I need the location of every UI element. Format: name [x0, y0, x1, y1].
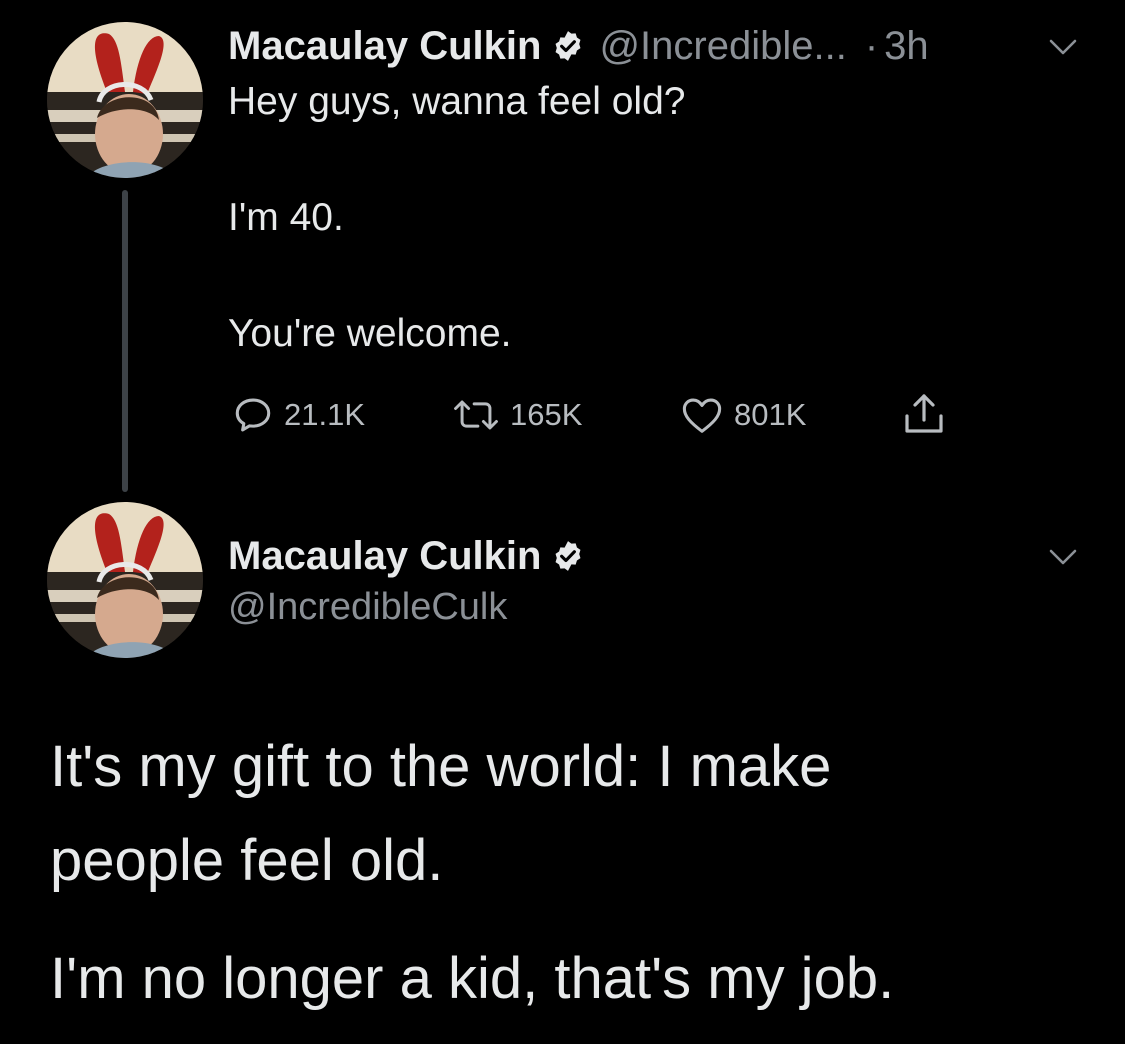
time-separator: ·: [864, 23, 879, 68]
chevron-down-icon[interactable]: [1043, 32, 1083, 62]
avatar-image: [47, 502, 203, 658]
tweet-text-line: Hey guys, wanna feel old?: [228, 80, 686, 123]
reply-icon: [235, 398, 271, 432]
thread-connector-line: [122, 190, 128, 492]
reply-count: 21.1K: [284, 397, 366, 432]
display-name[interactable]: Macaulay Culkin: [228, 534, 541, 579]
tweet-text-line: I'm 40.: [228, 196, 344, 239]
share-button[interactable]: [900, 388, 948, 442]
reply-text-line: I'm no longer a kid, that's my job.: [50, 946, 895, 1011]
retweet-count: 165K: [510, 397, 583, 432]
author-handle[interactable]: @Incredible...: [599, 24, 846, 69]
tweet-header: Macaulay Culkin @Incredible... · 3h: [228, 18, 929, 74]
retweet-button[interactable]: 165K: [450, 388, 582, 442]
reply-text-line: people feel old.: [50, 828, 444, 893]
reply-button[interactable]: 21.1K: [230, 388, 365, 442]
reply-text-line: It's my gift to the world: I make: [50, 734, 832, 799]
avatar[interactable]: [47, 22, 203, 178]
author-handle[interactable]: @IncredibleCulk: [228, 586, 507, 629]
avatar-image: [47, 22, 203, 178]
share-icon: [905, 394, 943, 433]
timestamp[interactable]: 3h: [884, 24, 929, 69]
avatar[interactable]: [47, 502, 203, 658]
reply-header: Macaulay Culkin: [228, 528, 599, 584]
like-count: 801K: [734, 397, 807, 432]
display-name[interactable]: Macaulay Culkin: [228, 24, 541, 69]
like-icon: [682, 398, 722, 433]
like-button[interactable]: 801K: [678, 388, 806, 442]
verified-badge-icon: [551, 29, 585, 63]
chevron-down-icon[interactable]: [1043, 542, 1083, 572]
verified-badge-icon: [551, 539, 585, 573]
retweet-icon: [454, 400, 498, 430]
tweet-text-line: You're welcome.: [228, 312, 512, 355]
